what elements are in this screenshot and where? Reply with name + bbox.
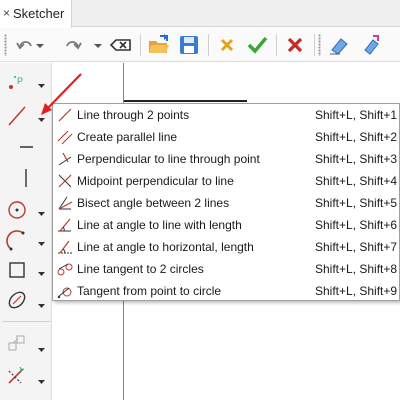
menu-item-tangent-point-circle[interactable]: Tangent from point to circle Shift+L, Sh… (53, 280, 399, 302)
close-x-icon[interactable] (282, 32, 308, 58)
toolbar (0, 28, 400, 62)
trim-dropdown-icon[interactable] (37, 375, 46, 384)
toolbar-separator (140, 34, 141, 56)
undo-dropdown-icon[interactable] (34, 32, 46, 58)
menu-item-label: Midpoint perpendicular to line (77, 174, 234, 188)
cancel-x-icon[interactable] (214, 32, 240, 58)
vertical-line-icon[interactable] (3, 165, 33, 191)
parallel-line-icon (57, 129, 73, 145)
menu-item-tangent-2-circles[interactable]: Line tangent to 2 circles Shift+L, Shift… (53, 258, 399, 280)
menu-item-shortcut: Shift+L, Shift+2 (315, 130, 398, 144)
menu-item-label: Create parallel line (77, 130, 178, 144)
menu-item-shortcut: Shift+L, Shift+7 (315, 240, 398, 254)
menu-item-shortcut: Shift+L, Shift+8 (315, 262, 398, 276)
menu-item-angle-line-length[interactable]: Line at angle to line with length Shift+… (53, 214, 399, 236)
arc-icon[interactable] (3, 227, 33, 253)
toolbar-grip[interactable] (4, 34, 7, 56)
tangent-2circles-icon (57, 261, 73, 277)
menu-item-label: Line through 2 points (77, 108, 190, 122)
save-icon[interactable] (176, 32, 202, 58)
menu-item-midpoint-perpendicular[interactable]: Midpoint perpendicular to line Shift+L, … (53, 170, 399, 192)
red-pointer-arrow (32, 70, 88, 126)
menu-item-shortcut: Shift+L, Shift+9 (315, 284, 398, 298)
transform-icon[interactable] (3, 331, 33, 357)
menu-item-shortcut: Shift+L, Shift+4 (315, 174, 398, 188)
canvas-sketch-line (124, 100, 247, 102)
perpendicular-line-icon (57, 151, 73, 167)
toolbar-grip[interactable] (318, 34, 321, 56)
menu-item-label: Line at angle to line with length (77, 218, 242, 232)
trim-icon[interactable] (3, 363, 33, 389)
rectangle-icon[interactable] (3, 257, 33, 283)
transform-dropdown-icon[interactable] (37, 343, 46, 352)
horizontal-line-icon[interactable] (3, 135, 33, 161)
menu-item-parallel-line[interactable]: Create parallel line Shift+L, Shift+2 (53, 126, 399, 148)
tab-strip: × Sketcher (0, 0, 400, 28)
tab-label: Sketcher (13, 6, 65, 21)
point-label: P (17, 76, 23, 86)
angle-line-icon (57, 217, 73, 233)
menu-item-label: Line at angle to horizontal, length (77, 240, 254, 254)
bisect-angle-icon (57, 195, 73, 211)
redo-dropdown-icon[interactable] (92, 32, 104, 58)
line-icon[interactable] (3, 103, 33, 129)
menu-item-label: Tangent from point to circle (77, 284, 222, 298)
toolbar-separator (208, 34, 209, 56)
toolbar-separator (314, 34, 315, 56)
menu-item-shortcut: Shift+L, Shift+1 (315, 108, 398, 122)
menu-item-line-2-points[interactable]: Line through 2 points Shift+L, Shift+1 (53, 104, 399, 126)
edit-eraser-icon[interactable] (358, 32, 384, 58)
delete-backspace-icon[interactable] (108, 32, 134, 58)
eraser-icon[interactable] (326, 32, 352, 58)
midpoint-perpendicular-icon (57, 173, 73, 189)
menu-item-angle-horizontal[interactable]: Line at angle to horizontal, length Shif… (53, 236, 399, 258)
redo-icon[interactable] (60, 32, 86, 58)
confirm-check-icon[interactable] (244, 32, 270, 58)
open-folder-icon[interactable] (146, 32, 172, 58)
menu-item-shortcut: Shift+L, Shift+6 (315, 218, 398, 232)
tab-close-icon[interactable]: × (3, 7, 13, 19)
arc-dropdown-icon[interactable] (37, 237, 46, 246)
menu-item-shortcut: Shift+L, Shift+5 (315, 196, 398, 210)
circle-icon[interactable] (3, 197, 33, 223)
rectangle-dropdown-icon[interactable] (37, 267, 46, 276)
line-tools-menu: Line through 2 points Shift+L, Shift+1 C… (52, 103, 400, 301)
tab-sketcher[interactable]: × Sketcher (0, 0, 72, 28)
menu-item-shortcut: Shift+L, Shift+3 (315, 152, 398, 166)
menu-item-label: Perpendicular to line through point (77, 152, 260, 166)
toolbar-separator (276, 34, 277, 56)
angle-horizontal-icon (57, 239, 73, 255)
circle-dropdown-icon[interactable] (37, 207, 46, 216)
menu-item-label: Bisect angle between 2 lines (77, 196, 230, 210)
menu-item-perpendicular[interactable]: Perpendicular to line through point Shif… (53, 148, 399, 170)
tangent-point-circle-icon (57, 283, 73, 299)
ellipse-icon[interactable] (3, 287, 33, 313)
point-icon[interactable]: P (3, 71, 33, 97)
palette-divider (2, 321, 50, 322)
menu-item-label: Line tangent to 2 circles (77, 262, 204, 276)
menu-item-bisect-angle[interactable]: Bisect angle between 2 lines Shift+L, Sh… (53, 192, 399, 214)
ellipse-dropdown-icon[interactable] (37, 299, 46, 308)
